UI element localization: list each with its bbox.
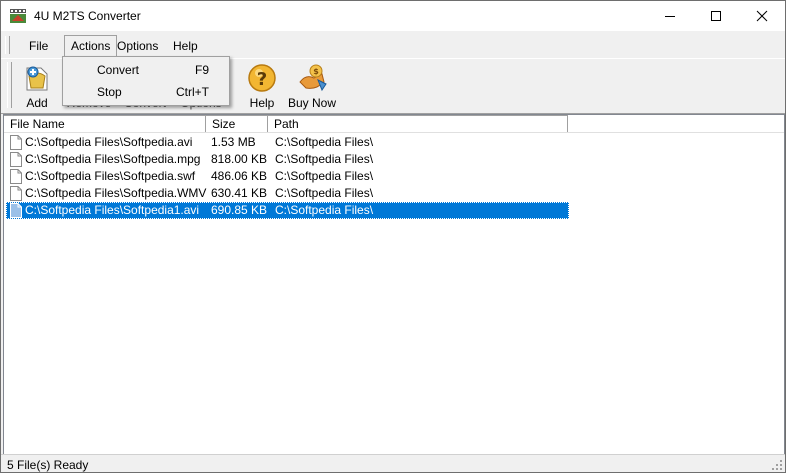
file-icon [10, 169, 22, 184]
resize-grip-icon[interactable] [771, 459, 783, 471]
film-app-icon [10, 9, 26, 23]
menu-grip[interactable] [5, 36, 10, 54]
svg-text:?: ? [257, 69, 267, 90]
cell-size: 1.53 MB [211, 135, 256, 149]
stop-item-label: Stop [97, 85, 122, 99]
minimize-icon [665, 16, 675, 17]
window-title: 4U M2TS Converter [34, 9, 141, 23]
cell-path: C:\Softpedia Files\ [275, 186, 374, 200]
svg-text:$: $ [313, 67, 319, 76]
file-icon [10, 203, 22, 218]
status-bar: 5 File(s) Ready [1, 454, 785, 472]
file-icon [10, 135, 22, 150]
cell-path: C:\Softpedia Files\ [275, 203, 374, 217]
close-icon [756, 10, 768, 22]
column-header-file-name[interactable]: File Name [4, 115, 206, 132]
cell-size: 630.41 KB [211, 186, 268, 200]
add-button[interactable]: Add [15, 59, 59, 111]
menu-options[interactable]: Options [117, 39, 158, 53]
table-row[interactable]: C:\Softpedia Files\Softpedia.WMV 630.41 … [6, 185, 569, 202]
cell-file-name: C:\Softpedia Files\Softpedia.mpg [25, 152, 201, 166]
add-label: Add [26, 96, 48, 110]
menu-help[interactable]: Help [173, 39, 198, 53]
cell-file-name: C:\Softpedia Files\Softpedia.avi [25, 135, 193, 149]
help-label: Help [249, 96, 275, 110]
file-icon [10, 186, 22, 201]
table-row-selected[interactable]: C:\Softpedia Files\Softpedia1.avi 690.85… [6, 202, 569, 219]
buy-now-icon: $ [299, 64, 327, 92]
help-icon: ? [248, 64, 276, 92]
cell-size: 690.85 KB [211, 203, 268, 217]
cell-size: 818.00 KB [211, 152, 268, 166]
title-bar[interactable]: 4U M2TS Converter [1, 1, 785, 31]
convert-item-label: Convert [97, 63, 140, 77]
actions-dropdown: Convert F9 Stop Ctrl+T [62, 56, 230, 106]
cell-path: C:\Softpedia Files\ [275, 135, 374, 149]
column-header-path[interactable]: Path [268, 115, 568, 132]
cell-path: C:\Softpedia Files\ [275, 169, 374, 183]
file-list[interactable]: File Name Size Path C:\Softpedia Files\S… [3, 114, 785, 455]
table-row[interactable]: C:\Softpedia Files\Softpedia.avi 1.53 MB… [6, 134, 569, 151]
menu-item-convert[interactable]: Convert F9 [63, 58, 229, 80]
menu-item-stop[interactable]: Stop Ctrl+T [63, 80, 229, 102]
toolbar-grip[interactable] [7, 62, 12, 108]
table-row[interactable]: C:\Softpedia Files\Softpedia.swf 486.06 … [6, 168, 569, 185]
minimize-button[interactable] [647, 1, 693, 31]
add-file-icon [26, 66, 48, 91]
help-button[interactable]: ? Help [241, 59, 283, 111]
cell-size: 486.06 KB [211, 169, 268, 183]
maximize-icon [711, 11, 721, 21]
cell-file-name: C:\Softpedia Files\Softpedia.WMV [25, 186, 207, 200]
buy-now-label: Buy Now [287, 96, 337, 110]
menu-actions[interactable]: Actions [64, 35, 118, 56]
maximize-button[interactable] [693, 1, 739, 31]
app-window: 4U M2TS Converter File Actions Options H… [0, 0, 786, 473]
cell-file-name: C:\Softpedia Files\Softpedia1.avi [25, 203, 200, 217]
stop-shortcut: Ctrl+T [176, 85, 209, 99]
convert-shortcut: F9 [194, 63, 209, 77]
table-row[interactable]: C:\Softpedia Files\Softpedia.mpg 818.00 … [6, 151, 569, 168]
close-button[interactable] [739, 1, 785, 31]
status-text: 5 File(s) Ready [7, 458, 89, 472]
column-header-size[interactable]: Size [206, 115, 268, 132]
menu-file[interactable]: File [29, 39, 48, 53]
menu-bar: File Actions Options Help [1, 33, 785, 58]
cell-file-name: C:\Softpedia Files\Softpedia.swf [25, 169, 196, 183]
list-header: File Name Size Path [4, 115, 784, 133]
buy-now-button[interactable]: $ Buy Now [287, 59, 337, 111]
cell-path: C:\Softpedia Files\ [275, 152, 374, 166]
file-icon [10, 152, 22, 167]
